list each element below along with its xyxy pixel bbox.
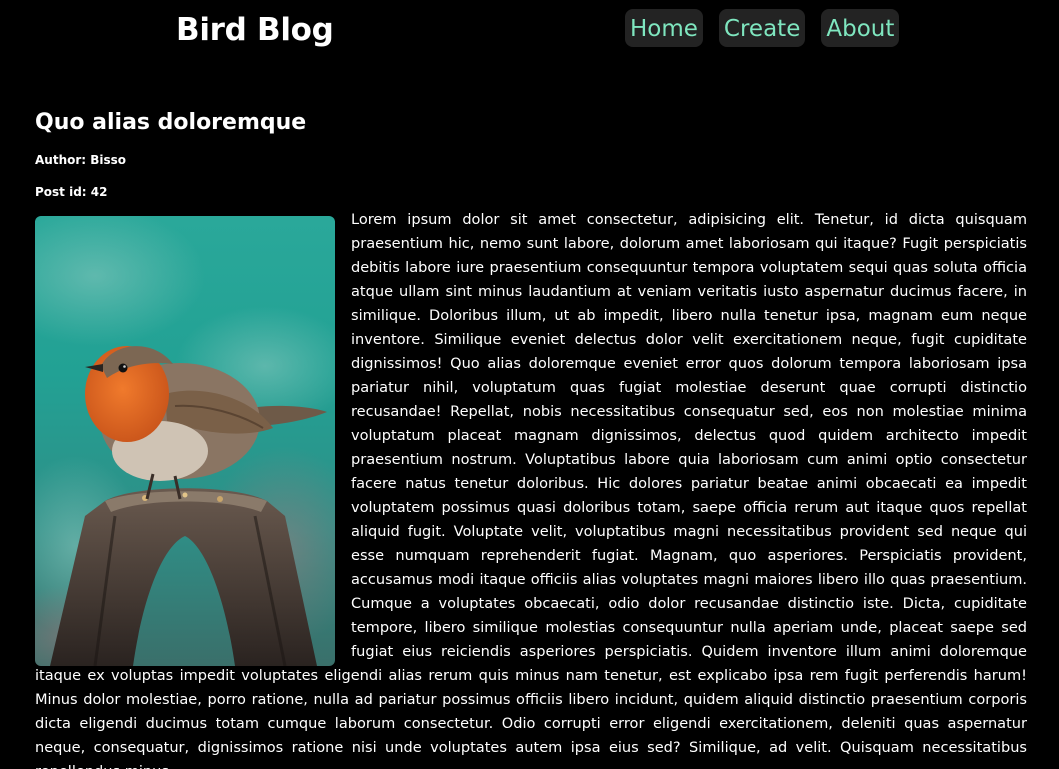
nav-create-link[interactable]: Create	[718, 9, 806, 47]
blog-post: Quo alias doloremque Author: Bisso Post …	[35, 108, 1027, 769]
nav-home-link[interactable]: Home	[625, 9, 703, 47]
post-body-text: Lorem ipsum dolor sit amet consectetur, …	[35, 211, 1027, 769]
main-nav: Home Create About	[625, 9, 900, 47]
post-content: Lorem ipsum dolor sit amet consectetur, …	[35, 211, 1027, 769]
site-title: Bird Blog	[176, 12, 334, 48]
post-author: Author: Bisso	[35, 153, 127, 167]
post-title: Quo alias doloremque	[35, 110, 307, 135]
post-id: Post id: 42	[35, 185, 108, 199]
nav-about-link[interactable]: About	[821, 9, 900, 47]
